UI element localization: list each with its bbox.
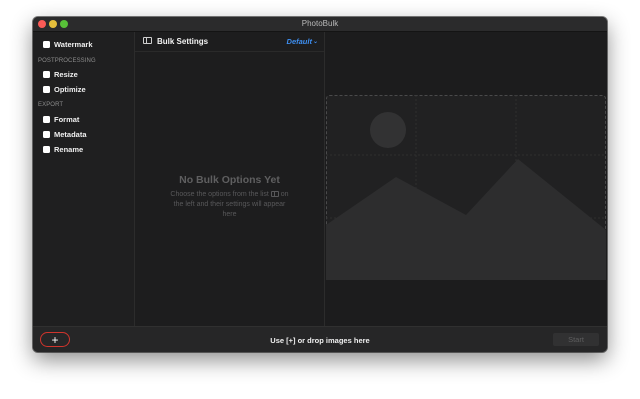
empty-state-description: Choose the options from the list on the … <box>167 190 292 220</box>
chevron-down-icon: ⌄ <box>312 39 318 45</box>
option-rename[interactable]: Rename <box>43 144 83 154</box>
image-placeholder-icon[interactable] <box>326 95 606 280</box>
option-resize[interactable]: Resize <box>43 69 78 79</box>
sidebar-toggle-icon[interactable] <box>143 37 152 44</box>
settings-title: Bulk Settings <box>157 37 209 46</box>
drop-hint-text: Use [+] or drop images here <box>270 336 370 345</box>
title-bar: PhotoBulk <box>33 17 607 32</box>
app-window: PhotoBulk Watermark POSTPROCESSING Resiz… <box>33 17 607 352</box>
option-label: Rename <box>54 144 84 154</box>
option-format[interactable]: Format <box>43 114 79 124</box>
option-watermark[interactable]: Watermark <box>43 39 93 49</box>
sun-shape <box>370 112 406 148</box>
option-optimize[interactable]: Optimize <box>43 84 86 94</box>
settings-header: Bulk Settings Default ⌄ <box>135 32 324 52</box>
start-button[interactable]: Start <box>553 333 599 346</box>
watermark-checkbox[interactable] <box>43 40 50 48</box>
empty-desc-line-1: Choose the options from the list <box>170 191 269 198</box>
section-header-postprocessing: POSTPROCESSING <box>38 58 96 64</box>
option-label: Optimize <box>54 84 86 94</box>
rename-checkbox[interactable] <box>43 145 50 153</box>
metadata-checkbox[interactable] <box>43 130 50 138</box>
empty-state-title: No Bulk Options Yet <box>179 174 280 186</box>
format-checkbox[interactable] <box>43 115 50 123</box>
section-header-export: EXPORT <box>38 102 64 108</box>
preset-label: Default <box>286 37 312 46</box>
option-label: Resize <box>54 69 78 79</box>
sidebar-toggle-icon <box>270 191 279 197</box>
options-sidebar: Watermark POSTPROCESSING Resize Optimize… <box>33 32 135 326</box>
bulk-settings-panel: Bulk Settings Default ⌄ No Bulk Options … <box>135 32 325 326</box>
option-label: Format <box>54 114 80 124</box>
optimize-checkbox[interactable] <box>43 85 50 93</box>
option-label: Watermark <box>54 39 93 49</box>
resize-checkbox[interactable] <box>43 70 50 78</box>
preset-dropdown[interactable]: Default ⌄ <box>287 37 318 46</box>
option-metadata[interactable]: Metadata <box>43 129 87 139</box>
bottom-toolbar: + Use [+] or drop images here Start <box>33 326 607 352</box>
window-title: PhotoBulk <box>301 19 339 28</box>
option-label: Metadata <box>54 129 87 139</box>
